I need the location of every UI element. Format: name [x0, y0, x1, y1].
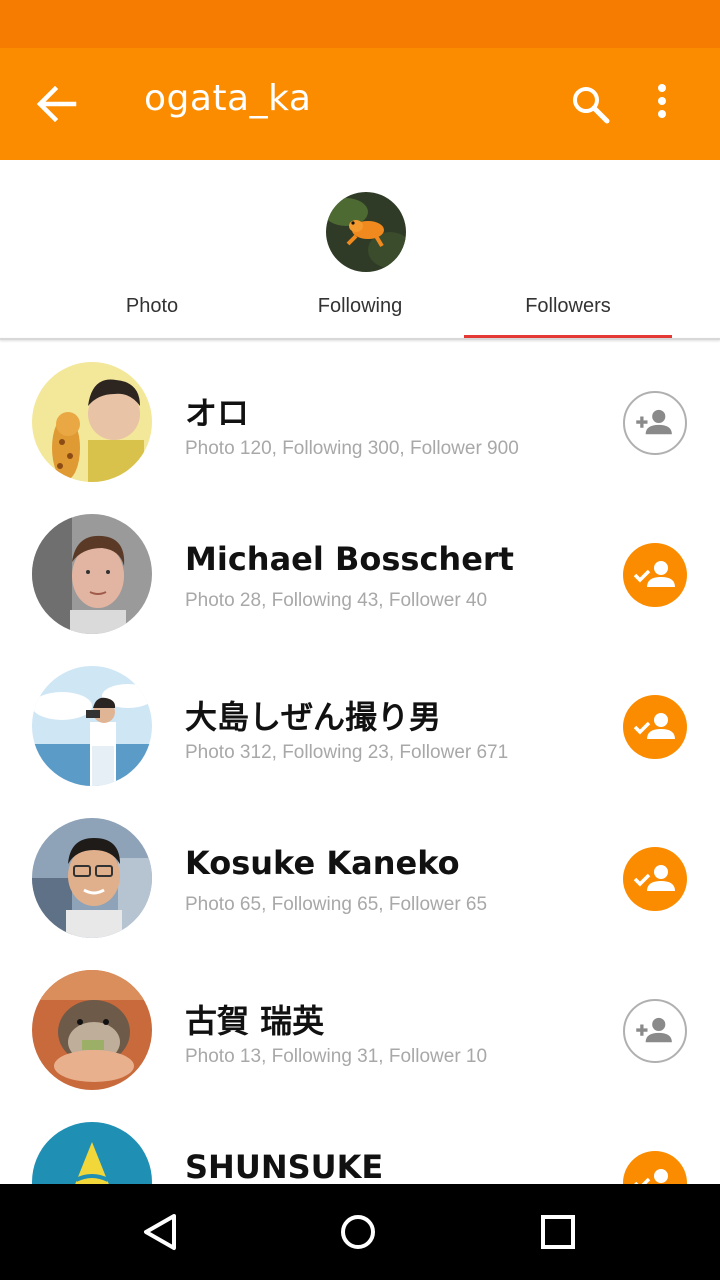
follower-name: SHUNSUKE: [185, 1148, 384, 1184]
follower-stats: Photo 65, Following 65, Follower 65: [185, 894, 488, 915]
follower-name: オロ: [185, 394, 250, 432]
tab-following[interactable]: Following: [256, 278, 464, 338]
follow-button[interactable]: [623, 999, 687, 1063]
search-icon[interactable]: [562, 76, 618, 132]
more-vert-icon[interactable]: [640, 76, 684, 132]
avatar[interactable]: [32, 1122, 152, 1184]
app-bar: ogata_ka: [0, 48, 720, 160]
follower-name: Michael Bosschert: [185, 540, 514, 578]
tab-photo[interactable]: Photo: [48, 278, 256, 338]
person-add-icon: [636, 1017, 672, 1043]
follower-name: 大島しぜん撮り男: [185, 698, 442, 736]
avatar[interactable]: [32, 818, 152, 938]
list-item[interactable]: Michael Bosschert Photo 28, Following 43…: [0, 492, 720, 644]
avatar[interactable]: [32, 362, 152, 482]
arrow-back-icon[interactable]: [28, 76, 84, 132]
follower-stats: Photo 120, Following 300, Follower 900: [185, 438, 519, 459]
list-item[interactable]: 大島しぜん撮り男 Photo 312, Following 23, Follow…: [0, 644, 720, 796]
page-title: ogata_ka: [144, 78, 312, 119]
following-button[interactable]: [623, 543, 687, 607]
status-bar: [0, 0, 720, 48]
follower-stats: Photo 312, Following 23, Follower 671: [185, 742, 509, 763]
tab-bar: Photo Following Followers: [0, 278, 720, 338]
nav-back-icon[interactable]: [136, 1208, 184, 1256]
followers-list[interactable]: オロ Photo 120, Following 300, Follower 90…: [0, 340, 720, 1184]
list-item[interactable]: 古賀 瑞英 Photo 13, Following 31, Follower 1…: [0, 948, 720, 1100]
list-item[interactable]: SHUNSUKE: [0, 1100, 720, 1184]
avatar[interactable]: [32, 666, 152, 786]
profile-avatar[interactable]: [326, 192, 406, 272]
person-check-icon: [634, 1169, 668, 1184]
following-button[interactable]: [623, 1151, 687, 1184]
person-check-icon: [633, 713, 675, 739]
following-button[interactable]: [623, 695, 687, 759]
list-item[interactable]: オロ Photo 120, Following 300, Follower 90…: [0, 340, 720, 492]
follow-button[interactable]: [623, 391, 687, 455]
tab-followers[interactable]: Followers: [464, 278, 672, 338]
person-check-icon: [633, 561, 675, 587]
avatar[interactable]: [32, 970, 152, 1090]
list-item[interactable]: Kosuke Kaneko Photo 65, Following 65, Fo…: [0, 796, 720, 948]
following-button[interactable]: [623, 847, 687, 911]
person-check-icon: [633, 865, 675, 891]
follower-name: Kosuke Kaneko: [185, 844, 460, 882]
follower-stats: Photo 28, Following 43, Follower 40: [185, 590, 488, 611]
follower-name: 古賀 瑞英: [185, 1002, 325, 1040]
profile-header: Photo Following Followers: [0, 160, 720, 340]
nav-home-icon[interactable]: [334, 1208, 382, 1256]
avatar[interactable]: [32, 514, 152, 634]
follower-stats: Photo 13, Following 31, Follower 10: [185, 1046, 488, 1067]
person-add-icon: [636, 409, 672, 435]
nav-recent-icon[interactable]: [534, 1208, 582, 1256]
navigation-bar: [0, 1184, 720, 1280]
